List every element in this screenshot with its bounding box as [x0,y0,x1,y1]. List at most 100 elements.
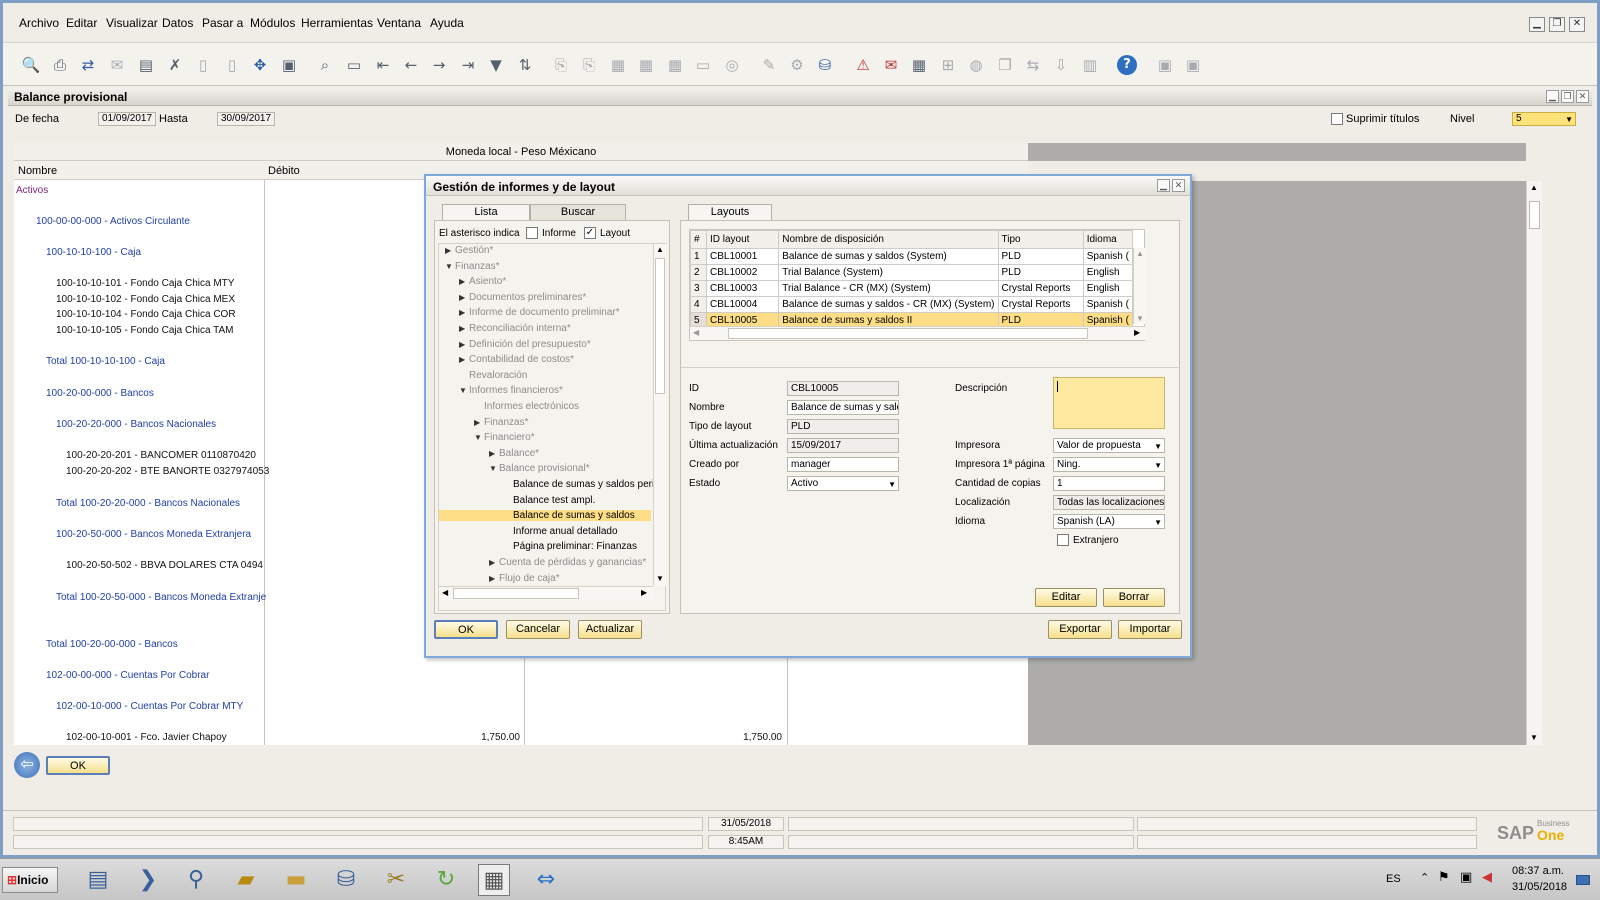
show-desktop-icon[interactable] [1576,875,1590,885]
collapsed-arrow-icon[interactable]: ▶ [459,324,469,333]
menu-herramientas[interactable]: Herramientas [301,16,373,30]
report-row[interactable]: 100-10-10-102 - Fondo Caja Chica MEX [56,294,235,305]
server-manager-icon[interactable]: ▤ [82,864,114,896]
globe-icon[interactable]: ◍ [966,55,986,75]
scroll-up-icon[interactable]: ▲ [1530,183,1538,192]
menu-datos[interactable]: Datos [162,16,193,30]
book-icon[interactable]: ▭ [693,55,713,75]
collapsed-arrow-icon[interactable]: ▶ [474,418,484,427]
tree-item[interactable]: ▶ Definición del presupuesto* [459,339,591,350]
network-tray-icon[interactable]: ▣ [1460,870,1472,885]
minimize-icon[interactable]: ▁ [1157,179,1170,192]
payment-icon[interactable]: ▦ [636,55,656,75]
scroll-thumb[interactable] [655,258,665,394]
tree-item[interactable]: ▶ Contabilidad de costos* [459,354,574,365]
collapsed-arrow-icon[interactable]: ▶ [459,308,469,317]
menu-archivo[interactable]: Archivo [19,16,59,30]
expanded-arrow-icon[interactable]: ▼ [445,262,455,271]
sync-icon[interactable]: ↻ [430,864,462,896]
utilities-icon[interactable]: ✂ [380,864,412,896]
report-row[interactable]: Total 100-20-20-000 - Bancos Nacionales [56,498,240,509]
tab-list[interactable]: Lista [442,204,530,220]
restore-icon[interactable]: ❐ [1549,17,1565,32]
tree-item[interactable]: ▶ Reconciliación interna* [459,323,571,334]
find-icon[interactable]: ⌕ [315,55,335,75]
report-scrollbar[interactable]: ▲ ▼ [1526,181,1542,745]
first-page-printer-select[interactable]: Ning. ▼ [1053,457,1165,472]
ok-button[interactable]: OK [434,620,498,639]
close-icon[interactable]: ✕ [1569,17,1585,32]
table-row[interactable]: 1 CBL10001 Balance de sumas y saldos (Syst… [690,248,1134,265]
gross-profit-icon[interactable]: ▦ [665,55,685,75]
expanded-arrow-icon[interactable]: ▼ [489,464,499,473]
table-row[interactable]: 3 CBL10003 Trial Balance - CR (MX) (System… [690,280,1134,297]
report-row[interactable]: 100-20-50-502 - BBVA DOLARES CTA 0494 [66,560,263,571]
report-row[interactable]: 100-10-10-105 - Fondo Caja Chica TAM [56,325,234,336]
menu-pasar-a[interactable]: Pasar a [202,16,243,30]
excel-icon[interactable]: ✗ [165,55,185,75]
tab-search[interactable]: Buscar [530,204,626,220]
foreign-checkbox[interactable] [1057,534,1069,546]
export-excel-icon[interactable]: ⇄ [78,55,98,75]
table-vscroll[interactable]: ▲ ▼ [1133,248,1145,324]
tools-icon[interactable]: ▰ [230,864,262,896]
scroll-up-icon[interactable]: ▲ [656,245,664,254]
tree-item[interactable]: Balance de sumas y saldos peric [503,479,659,490]
document-edit-icon[interactable]: ▯ [222,55,242,75]
collapsed-arrow-icon[interactable]: ▶ [459,277,469,286]
copies-field[interactable]: 1 [1053,476,1165,491]
clock-time[interactable]: 08:37 a.m. [1512,865,1564,877]
collapsed-arrow-icon[interactable]: ▶ [489,558,499,567]
description-textarea[interactable] [1053,377,1165,429]
report-row[interactable]: 100-00-00-000 - Activos Circulante [36,216,190,227]
report-row[interactable]: 100-20-20-201 - BANCOMER 0110870420 [66,450,256,461]
tree-item[interactable]: ▼ Financiero* [474,432,535,443]
menu-editar[interactable]: Editar [66,16,97,30]
folder-icon[interactable]: ▬ [280,864,312,896]
calendar-icon[interactable]: ▦ [909,55,929,75]
update-button[interactable]: Actualizar [578,620,642,639]
back-arrow-icon[interactable]: ⇦ [14,752,40,778]
report-row[interactable]: 100-20-20-000 - Bancos Nacionales [56,419,216,430]
help-icon[interactable]: ? [1117,55,1137,75]
language-select[interactable]: Spanish (LA) ▼ [1053,514,1165,529]
col-name-header[interactable]: Nombre de disposición [778,230,999,249]
sql-icon[interactable]: ⛁ [330,864,362,896]
report-row[interactable]: Total 100-20-00-000 - Bancos [46,639,178,650]
previous-record-icon[interactable]: ← [401,55,421,75]
copy-icon[interactable]: ❐ [995,55,1015,75]
report-row[interactable]: 100-20-00-000 - Bancos [46,388,154,399]
localization-field[interactable]: Todas las localizaciones [1053,495,1165,510]
table-hscroll[interactable]: ◀ ▶ [690,326,1145,340]
col-language-header[interactable]: Idioma [1082,230,1134,249]
chart-icon[interactable]: ▥ [1080,55,1100,75]
flag-icon[interactable]: ⚑ [1438,870,1450,885]
teamviewer-icon[interactable]: ⇔ [530,864,562,896]
scroll-thumb[interactable] [1529,201,1540,229]
scroll-down-icon[interactable]: ▼ [1530,733,1538,742]
to-date-field[interactable]: 30/09/2017 [217,112,275,126]
scroll-left-icon[interactable]: ◀ [693,328,699,337]
scroll-down-icon[interactable]: ▼ [1136,314,1144,323]
tree-item[interactable]: ▶ Finanzas* [474,417,528,428]
report-row[interactable]: 102-00-00-000 - Cuentas Por Cobrar [46,670,209,681]
menu-visualizar[interactable]: Visualizar [106,16,158,30]
org-chart-icon[interactable]: ⊞ [938,55,958,75]
tree-item[interactable]: Revaloración [459,370,527,381]
user-settings-icon[interactable]: ▣ [1183,55,1203,75]
sort-icon[interactable]: ⇅ [515,55,535,75]
layout-checkbox[interactable]: ✓ [584,227,596,239]
form-settings-icon[interactable]: ▣ [1155,55,1175,75]
transfer-icon[interactable]: ⇆ [1023,55,1043,75]
scroll-thumb[interactable] [453,588,579,599]
start-button[interactable]: ⊞Inicio [2,867,58,893]
menu-ventana[interactable]: Ventana [377,16,421,30]
journal-icon[interactable]: ▦ [608,55,628,75]
tree-item[interactable]: Informes electrónicos [474,401,579,412]
document-icon[interactable]: ▯ [193,55,213,75]
tab-layouts[interactable]: Layouts [688,204,772,220]
print-icon[interactable]: ⎙ [50,55,70,75]
language-indicator[interactable]: ES [1386,873,1401,885]
table-row[interactable]: 4 CBL10004 Balance de sumas y saldos - CR … [690,296,1134,313]
expanded-arrow-icon[interactable]: ▼ [459,386,469,395]
